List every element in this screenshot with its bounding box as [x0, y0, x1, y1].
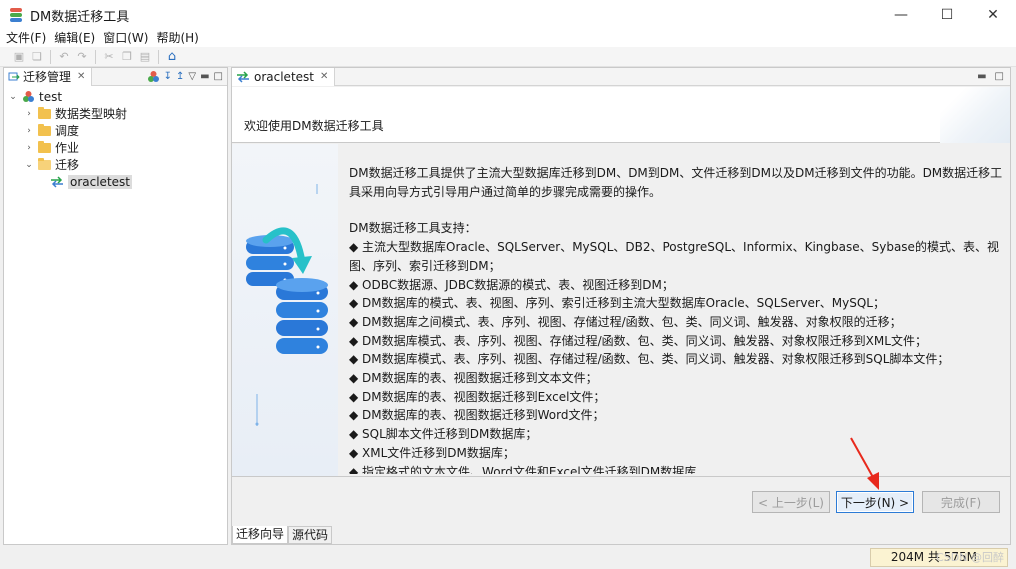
feature-item: ◆ SQL脚本文件迁移到DM数据库； [349, 427, 538, 442]
save-all-icon[interactable]: ❏ [28, 49, 46, 65]
title-bar: DM数据迁移工具 — ☐ ✕ [0, 0, 1016, 30]
window-title: DM数据迁移工具 [30, 9, 130, 25]
chevron-down-icon[interactable]: ⌄ [24, 160, 34, 170]
status-bar: 204M 共 575M CSDN @回醉 [0, 547, 1016, 569]
migration-manager-icon [8, 72, 20, 80]
migration-task-icon [237, 70, 249, 83]
app-icon [8, 7, 24, 23]
next-button[interactable]: 下一步(N) > [836, 491, 914, 513]
wizard-header: 欢迎使用DM数据迁移工具 [232, 87, 1010, 143]
watermark: CSDN @回醉 [936, 551, 1004, 564]
tree-item-jobs[interactable]: › 作业 [4, 139, 227, 156]
toolbar: ▣ ❏ ↶ ↷ ✂ ❐ ▤ ⌂ [0, 47, 1016, 67]
feature-item: ◆ DM数据库模式、表、序列、视图、存储过程/函数、包、类、同义词、触发器、对象… [349, 333, 927, 348]
wizard-footer: < 上一步(L) 下一步(N) > 完成(F) [232, 476, 1010, 526]
feature-item: ◆ 指定格式的文本文件、Word文件和Excel文件迁移到DM数据库 [349, 464, 697, 474]
view-menu-icon[interactable]: ▽ [188, 71, 196, 82]
migration-illustration [232, 144, 338, 476]
wizard-description: DM数据迁移工具提供了主流大型数据库迁移到DM、DM到DM、文件迁移到DM以及D… [349, 164, 1005, 474]
tab-source-code[interactable]: 源代码 [288, 526, 333, 544]
tab-oracletest[interactable]: oracletest ✕ [232, 67, 336, 86]
minimize-view-icon[interactable]: ▬ [977, 71, 986, 82]
tree-item-label: 迁移 [55, 158, 80, 172]
maximize-button[interactable]: ☐ [924, 0, 970, 30]
chevron-right-icon[interactable]: › [24, 143, 34, 153]
wizard-body: DM数据迁移工具提供了主流大型数据库迁移到DM、DM到DM、文件迁移到DM以及D… [232, 144, 1010, 476]
tree-item-label: 作业 [55, 141, 80, 155]
menu-window[interactable]: 窗口(W) [101, 30, 154, 47]
feature-item: ◆ DM数据库的表、视图数据迁移到Word文件； [349, 408, 605, 423]
chevron-right-icon[interactable]: › [24, 109, 34, 119]
folder-icon [38, 140, 51, 153]
feature-item: ◆ DM数据库的表、视图数据迁移到文本文件； [349, 371, 598, 386]
minimize-view-icon[interactable]: ▬ [200, 71, 209, 82]
chevron-down-icon[interactable]: ⌄ [8, 92, 18, 102]
save-icon[interactable]: ▣ [10, 49, 28, 65]
close-icon[interactable]: ✕ [77, 71, 85, 82]
toolbar-divider [50, 49, 51, 64]
tree-item-label: 数据类型映射 [55, 107, 128, 121]
feature-item: ◆ DM数据库的模式、表、视图、序列、索引迁移到主流大型数据库Oracle、SQ… [349, 296, 885, 311]
home-icon[interactable]: ⌂ [163, 49, 181, 65]
tree-item-oracletest[interactable]: oracletest [4, 173, 227, 190]
tree-item-root[interactable]: ⌄ test [4, 88, 227, 105]
wizard-title: 欢迎使用DM数据迁移工具 [244, 119, 384, 133]
migration-manager-panel: 迁移管理 ✕ ↧ ↥ ▽ ▬ □ ⌄ test › 数据类型映射 › 调度 › … [3, 67, 228, 545]
tab-label: 迁移管理 [23, 70, 72, 84]
back-button[interactable]: < 上一步(L) [752, 491, 830, 513]
tree-item-migration[interactable]: ⌄ 迁移 [4, 156, 227, 173]
intro-text: DM数据迁移工具提供了主流大型数据库迁移到DM、DM到DM、文件迁移到DM以及D… [349, 166, 1003, 199]
maximize-view-icon[interactable]: □ [214, 71, 223, 82]
copy-icon[interactable]: ❐ [118, 49, 136, 65]
tree-item-label: 调度 [55, 124, 80, 138]
folder-open-icon [38, 157, 51, 170]
feature-item: ◆ DM数据库的表、视图数据迁移到Excel文件； [349, 389, 606, 404]
tree-item-schedule[interactable]: › 调度 [4, 122, 227, 139]
paste-icon[interactable]: ▤ [136, 49, 154, 65]
folder-icon [38, 106, 51, 119]
project-tree: ⌄ test › 数据类型映射 › 调度 › 作业 ⌄ 迁移 oracletes… [4, 86, 227, 190]
migration-task-icon [51, 175, 63, 188]
cut-icon[interactable]: ✂ [100, 49, 118, 65]
menu-bar: 文件(F) 编辑(E) 窗口(W) 帮助(H) [0, 30, 1016, 47]
maximize-view-icon[interactable]: □ [995, 71, 1004, 82]
header-decoration [940, 87, 1010, 143]
database-transfer-icon [246, 184, 328, 426]
tree-item-label: oracletest [68, 174, 132, 189]
menu-help[interactable]: 帮助(H) [154, 30, 204, 47]
new-project-icon[interactable] [147, 70, 160, 83]
redo-icon[interactable]: ↷ [73, 49, 91, 65]
menu-file[interactable]: 文件(F) [4, 30, 52, 47]
folder-icon [38, 123, 51, 136]
toolbar-divider [158, 49, 159, 64]
menu-edit[interactable]: 编辑(E) [52, 30, 101, 47]
wizard-editor: oracletest ✕ ▬ □ 欢迎使用DM数据迁移工具 DM数据迁移工具提供… [231, 67, 1011, 545]
close-icon[interactable]: ✕ [320, 71, 328, 82]
finish-button[interactable]: 完成(F) [922, 491, 1000, 513]
import-icon[interactable]: ↧ [164, 71, 172, 82]
tree-item-label: test [39, 89, 63, 104]
support-heading: DM数据迁移工具支持： [349, 221, 477, 236]
feature-item: ◆ XML文件迁移到DM数据库； [349, 445, 515, 460]
tab-label: oracletest [254, 69, 314, 84]
feature-item: ◆ ODBC数据源、JDBC数据源的模式、表、视图迁移到DM； [349, 277, 674, 292]
minimize-button[interactable]: — [878, 0, 924, 30]
chevron-right-icon[interactable]: › [24, 126, 34, 136]
tab-migration-wizard[interactable]: 迁移向导 [232, 526, 289, 544]
toolbar-divider [95, 49, 96, 64]
project-icon [23, 91, 34, 102]
feature-item: ◆ DM数据库之间模式、表、序列、视图、存储过程/函数、包、类、同义词、触发器、… [349, 314, 902, 329]
feature-item: ◆ DM数据库模式、表、序列、视图、存储过程/函数、包、类、同义词、触发器、对象… [349, 352, 950, 367]
export-icon[interactable]: ↥ [176, 71, 184, 82]
undo-icon[interactable]: ↶ [55, 49, 73, 65]
tree-item-type-mapping[interactable]: › 数据类型映射 [4, 105, 227, 122]
tab-migration-manager[interactable]: 迁移管理 ✕ [4, 67, 93, 86]
feature-item: ◆ 主流大型数据库Oracle、SQLServer、MySQL、DB2、Post… [349, 240, 999, 273]
close-button[interactable]: ✕ [970, 0, 1016, 30]
